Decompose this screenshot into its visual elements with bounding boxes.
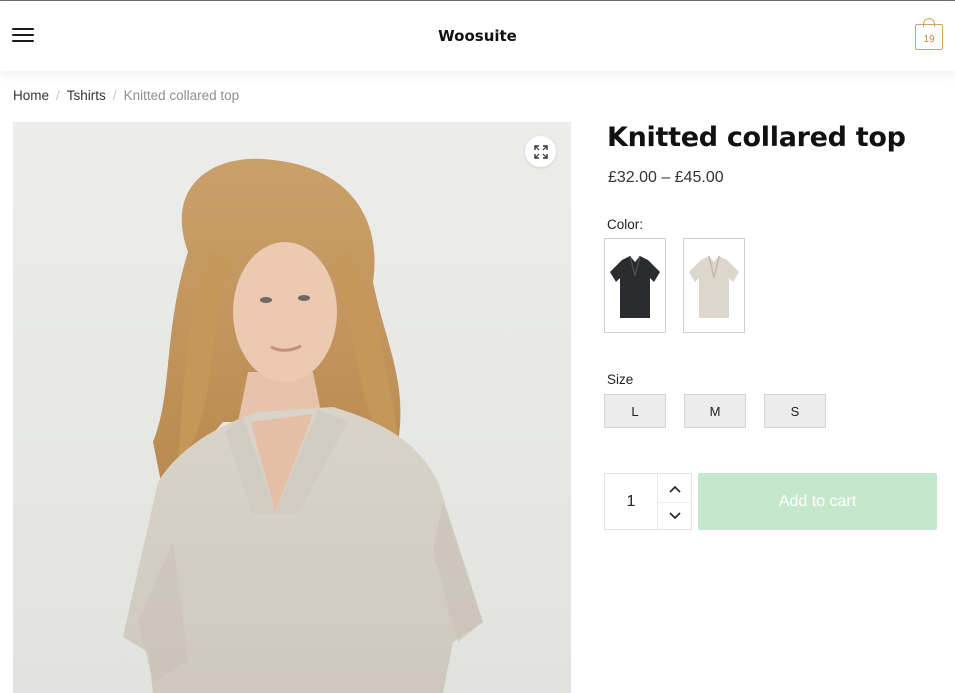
- quantity-input[interactable]: [605, 474, 657, 529]
- breadcrumb-tshirts[interactable]: Tshirts: [67, 88, 106, 103]
- cart-count: 19: [915, 24, 943, 50]
- breadcrumb-separator: /: [56, 88, 60, 103]
- product-title: Knitted collared top: [607, 122, 906, 153]
- breadcrumb-current: Knitted collared top: [123, 88, 240, 103]
- site-title[interactable]: Woosuite: [0, 27, 955, 45]
- breadcrumb-separator: /: [112, 88, 117, 103]
- color-swatch-beige[interactable]: [683, 238, 745, 333]
- color-swatch-black[interactable]: [604, 238, 666, 333]
- size-option-m[interactable]: M: [684, 394, 746, 428]
- expand-icon[interactable]: [525, 136, 556, 167]
- chevron-up-icon[interactable]: [658, 475, 692, 502]
- size-option-s[interactable]: S: [764, 394, 826, 428]
- breadcrumb-home[interactable]: Home: [13, 88, 49, 103]
- size-option-l[interactable]: L: [604, 394, 666, 428]
- color-label: Color:: [607, 217, 644, 232]
- chevron-down-icon[interactable]: [658, 502, 692, 529]
- beige-shirt-thumbnail: [686, 241, 742, 330]
- site-header: Woosuite 19: [0, 1, 955, 71]
- cart-button[interactable]: 19: [915, 18, 943, 50]
- product-image[interactable]: [13, 122, 571, 693]
- price-range: £32.00 – £45.00: [608, 169, 724, 186]
- quantity-stepper: [604, 473, 692, 530]
- size-label: Size: [607, 372, 634, 387]
- product-photo: [123, 158, 483, 693]
- breadcrumb: Home / Tshirts / Knitted collared top: [13, 88, 239, 103]
- add-to-cart-button[interactable]: Add to cart: [698, 473, 937, 530]
- black-shirt-thumbnail: [607, 241, 663, 330]
